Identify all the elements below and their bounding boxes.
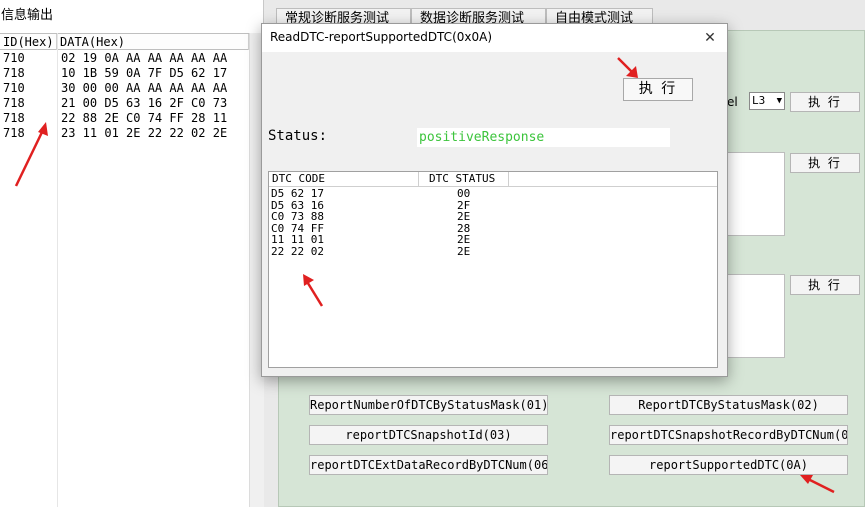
row-data: 02 19 0A AA AA AA AA AA	[61, 51, 228, 65]
table-row[interactable]: 710 30 00 00 AA AA AA AA AA	[0, 81, 249, 96]
row-data: 21 00 D5 63 16 2F C0 73	[61, 96, 228, 110]
row-data: 22 88 2E C0 74 FF 28 11	[61, 111, 228, 125]
list-item[interactable]: D5 63 16 2F	[269, 199, 717, 212]
report-dtc-ext-data-record-button[interactable]: reportDTCExtDataRecordByDTCNum(06)	[309, 455, 548, 475]
annotation-arrow-icon	[617, 57, 638, 78]
report-dtc-snapshot-id-button[interactable]: reportDTCSnapshotId(03)	[309, 425, 548, 445]
exec-button-2[interactable]: 执 行	[790, 153, 860, 173]
dtc-rows: D5 62 17 00 D5 63 16 2F C0 73 88 2E C0 74 F…	[269, 188, 717, 257]
exec-button-3[interactable]: 执 行	[790, 275, 860, 295]
info-output-panel: 信息输出 ID(Hex) DATA(Hex) 710 02 19 0A AA AA…	[0, 0, 264, 507]
row-data: 10 1B 59 0A 7F D5 62 17	[61, 66, 228, 80]
dtc-code: C0 73 88	[271, 210, 324, 223]
row-id: 718	[3, 96, 25, 110]
dialog-titlebar[interactable]: ReadDTC-reportSupportedDTC(0x0A) ✕	[262, 24, 727, 52]
list-item[interactable]: C0 73 88 2E	[269, 211, 717, 223]
report-dtc-by-status-mask-button[interactable]: ReportDTCByStatusMask(02)	[609, 395, 848, 415]
dtc-status: 2E	[457, 210, 471, 223]
dtc-code: 22 22 02	[271, 244, 324, 258]
report-number-of-dtc-by-status-mask-button[interactable]: ReportNumberOfDTCByStatusMask(01)	[309, 395, 548, 415]
list-item[interactable]: 22 22 02 2E	[269, 244, 717, 258]
response-data-box[interactable]	[719, 274, 785, 358]
table-row[interactable]: 710 02 19 0A AA AA AA AA AA	[0, 51, 249, 66]
list-item[interactable]: C0 74 FF 28	[269, 222, 717, 235]
dtc-list[interactable]: DTC CODE DTC STATUS D5 62 17 00 D5 63 16 2…	[268, 171, 718, 368]
dtc-status: 00	[457, 187, 471, 200]
dtc-code: D5 62 17	[271, 187, 324, 200]
annotation-arrow-icon	[303, 274, 324, 307]
info-grid-header: ID(Hex) DATA(Hex)	[0, 33, 249, 50]
level-select-value: L3	[752, 94, 766, 107]
request-data-box[interactable]	[719, 152, 785, 236]
read-dtc-dialog: ReadDTC-reportSupportedDTC(0x0A) ✕ 执 行 S…	[261, 23, 728, 377]
row-id: 718	[3, 66, 25, 80]
row-id: 710	[3, 81, 25, 95]
column-header-id[interactable]: ID(Hex)	[0, 34, 57, 50]
level-select[interactable]: L3 ▼	[749, 92, 785, 110]
info-output-title: 信息输出	[0, 6, 60, 26]
column-header-data[interactable]: DATA(Hex)	[57, 34, 249, 50]
report-dtc-snapshot-record-button[interactable]: reportDTCSnapshotRecordByDTCNum(04)	[609, 425, 848, 445]
chevron-down-icon: ▼	[776, 96, 782, 106]
annotation-arrow-icon	[14, 122, 48, 187]
exec-button-1[interactable]: 执 行	[790, 92, 860, 112]
dtc-status: 2E	[457, 233, 471, 246]
annotation-arrow-icon	[800, 475, 835, 494]
status-value-field: positiveResponse	[417, 128, 670, 147]
dtc-status: 2E	[457, 244, 471, 258]
dtc-list-header: DTC CODE DTC STATUS	[269, 172, 717, 187]
dialog-title: ReadDTC-reportSupportedDTC(0x0A)	[270, 30, 493, 44]
close-icon[interactable]: ✕	[699, 27, 721, 49]
dtc-code: 11 11 01	[271, 233, 324, 246]
column-header-dtc-code[interactable]: DTC CODE	[269, 172, 419, 186]
list-item[interactable]: D5 62 17 00	[269, 188, 717, 200]
row-id: 710	[3, 51, 25, 65]
status-label: Status:	[268, 128, 328, 144]
level-label: el	[727, 95, 738, 109]
column-header-dtc-status[interactable]: DTC STATUS	[419, 172, 509, 186]
list-item[interactable]: 11 11 01 2E	[269, 234, 717, 246]
table-row[interactable]: 718 10 1B 59 0A 7F D5 62 17	[0, 66, 249, 81]
dialog-exec-button[interactable]: 执 行	[623, 78, 693, 101]
row-data: 23 11 01 2E 22 22 02 2E	[61, 126, 228, 140]
table-row[interactable]: 718 21 00 D5 63 16 2F C0 73	[0, 96, 249, 111]
row-data: 30 00 00 AA AA AA AA AA	[61, 81, 228, 95]
